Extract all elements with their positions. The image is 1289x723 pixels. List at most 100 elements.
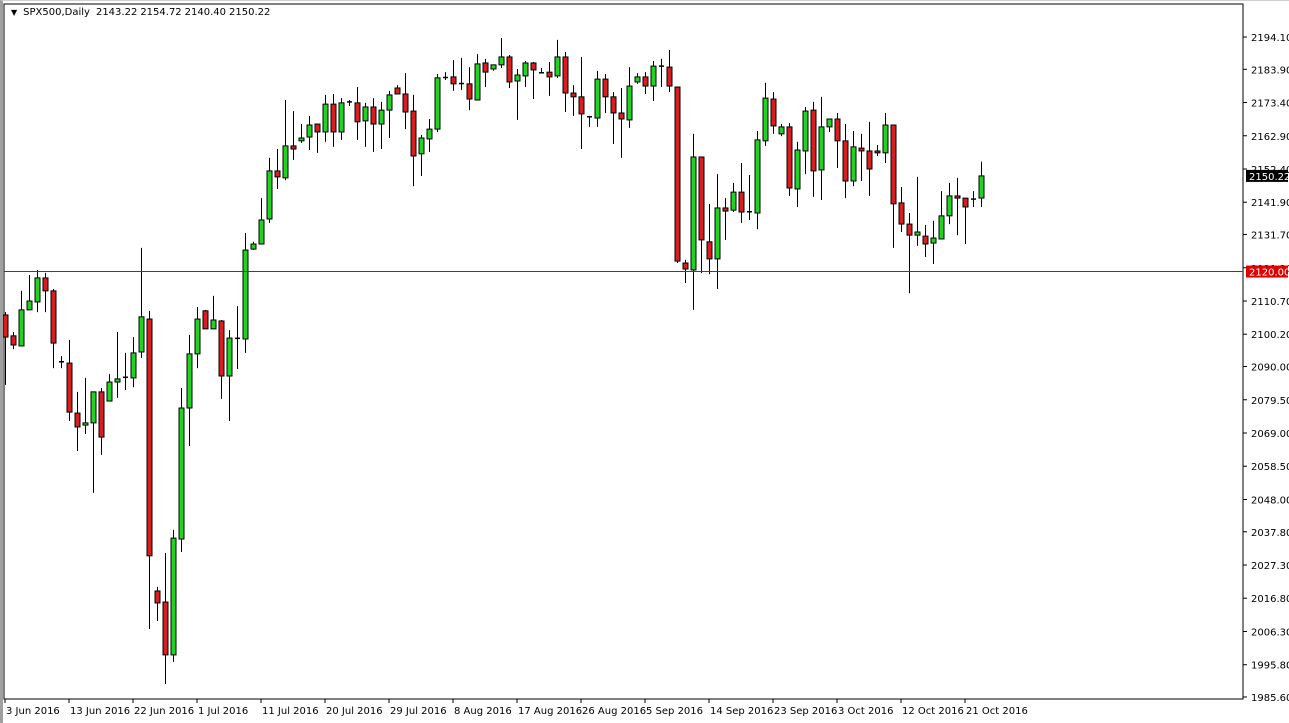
symbol-label: SPX500,Daily: [23, 7, 90, 18]
candle-body-bull: [755, 140, 760, 213]
x-tick-label: 20 Jul 2016: [326, 706, 383, 717]
candle-body-bull: [795, 150, 800, 189]
x-tick-label: 23 Sep 2016: [774, 706, 837, 717]
candlestick-chart[interactable]: 2194.102183.902173.402162.902152.402141.…: [3, 1, 1289, 723]
candle-body-bull: [259, 220, 264, 244]
candle-body-bear: [43, 278, 48, 291]
candle-body-bull: [883, 125, 888, 153]
candle-body-bear: [859, 148, 864, 151]
candle-body-bear: [923, 236, 928, 244]
candle-body-bull: [427, 129, 432, 139]
candle-body-bull: [115, 379, 120, 382]
candle-body-bear: [291, 146, 296, 149]
candle: [435, 74, 440, 132]
ohlc-low: 2140.40: [185, 7, 226, 18]
candle-body-bear: [699, 157, 704, 240]
x-tick-label: 13 Jun 2016: [70, 706, 130, 717]
candle: [675, 87, 680, 263]
candle-body-bear: [547, 72, 552, 77]
candle-body-bear: [219, 321, 224, 376]
chart-header: ▼ SPX500,Daily 2143.22 2154.72 2140.40 2…: [11, 7, 270, 18]
candle-body-bear: [571, 93, 576, 97]
candle-body-bull: [19, 310, 24, 346]
y-tick-label: 2027.30: [1251, 561, 1289, 572]
x-tick-label: 26 Aug 2016: [582, 706, 646, 717]
time-axis: 3 Jun 201613 Jun 201622 Jun 20161 Jul 20…: [5, 699, 1028, 717]
y-tick-label: 2183.90: [1251, 65, 1289, 76]
x-tick-label: 1 Jul 2016: [198, 706, 248, 717]
candle-body-bear: [403, 94, 408, 112]
candle-body-bear: [371, 107, 376, 124]
ohlc-close: 2150.22: [229, 7, 270, 18]
candle-body-bull: [499, 57, 504, 65]
candle: [595, 71, 600, 127]
horizontal-line-label: 2120.00: [1249, 268, 1289, 279]
candle-body-bull: [243, 250, 248, 339]
candle-body-bear: [963, 198, 968, 207]
candle-body-bear: [771, 99, 776, 126]
candle-body-bull: [715, 208, 720, 259]
candle-body-bear: [675, 87, 680, 261]
candle-body-bear: [891, 125, 896, 204]
candle-body-bull: [27, 301, 32, 310]
candle-body-bull: [827, 119, 832, 127]
candle-body-bull: [731, 192, 736, 210]
candle-body-bull: [803, 111, 808, 151]
y-tick-label: 2048.00: [1251, 495, 1289, 506]
candle: [203, 310, 208, 329]
chart-window[interactable]: 2194.102183.902173.402162.902152.402141.…: [0, 0, 1289, 723]
candle-body-bear: [563, 57, 568, 93]
candle: [787, 123, 792, 196]
candle-body-bear: [667, 67, 672, 86]
candle-body-bear: [867, 151, 872, 169]
candle-body-bull: [763, 98, 768, 141]
candle-body-bull: [851, 147, 856, 181]
candle-body-bear: [483, 63, 488, 72]
candle-body-bull: [555, 57, 560, 76]
candle-body-bull: [179, 408, 184, 539]
y-tick-label: 2110.70: [1251, 297, 1289, 308]
candle-body-bear: [643, 77, 648, 86]
candle-body-bull: [515, 75, 520, 81]
candle-body-bull: [227, 338, 232, 376]
y-tick-label: 2141.90: [1251, 198, 1289, 209]
y-tick-label: 2131.70: [1251, 231, 1289, 242]
candle-body-bear: [531, 63, 536, 70]
candle-body-bear: [619, 113, 624, 119]
x-tick-label: 14 Sep 2016: [710, 706, 773, 717]
candle-body-bull: [819, 127, 824, 170]
candle-body-bear: [811, 110, 816, 171]
candle-body-bull: [35, 278, 40, 302]
candle-body-bear: [155, 591, 160, 603]
candle-body-bull: [475, 64, 480, 100]
y-tick-label: 2079.50: [1251, 396, 1289, 407]
candle-body-bear: [3, 315, 8, 337]
candle-body-bear: [315, 124, 320, 132]
candle-body-bull: [595, 79, 600, 118]
y-tick-label: 2069.00: [1251, 429, 1289, 440]
candle: [243, 233, 248, 353]
candle-body-bull: [419, 138, 424, 154]
candle: [179, 388, 184, 552]
y-tick-label: 2100.20: [1251, 330, 1289, 341]
candle-body-bull: [939, 216, 944, 239]
candle-body-bull: [187, 354, 192, 408]
y-tick-label: 2037.80: [1251, 528, 1289, 539]
candle-body-bull: [251, 244, 256, 249]
candle-body-bull: [83, 423, 88, 425]
candle-body-bear: [907, 224, 912, 235]
candle-body-bull: [195, 319, 200, 354]
ohlc-high: 2154.72: [140, 7, 181, 18]
candle-body-bear: [579, 97, 584, 114]
candle-body-bull: [171, 538, 176, 655]
x-tick-label: 17 Aug 2016: [518, 706, 582, 717]
candle-body-bull: [931, 238, 936, 243]
candle-body-bear: [467, 84, 472, 99]
candle-body-bear: [99, 392, 104, 437]
y-tick-label: 2058.50: [1251, 462, 1289, 473]
x-tick-label: 3 Jun 2016: [6, 706, 60, 717]
candle-body-bull: [387, 95, 392, 110]
candle-body-bear: [75, 413, 80, 427]
candle-body-bull: [947, 196, 952, 216]
dropdown-triangle-icon[interactable]: ▼: [11, 8, 17, 17]
